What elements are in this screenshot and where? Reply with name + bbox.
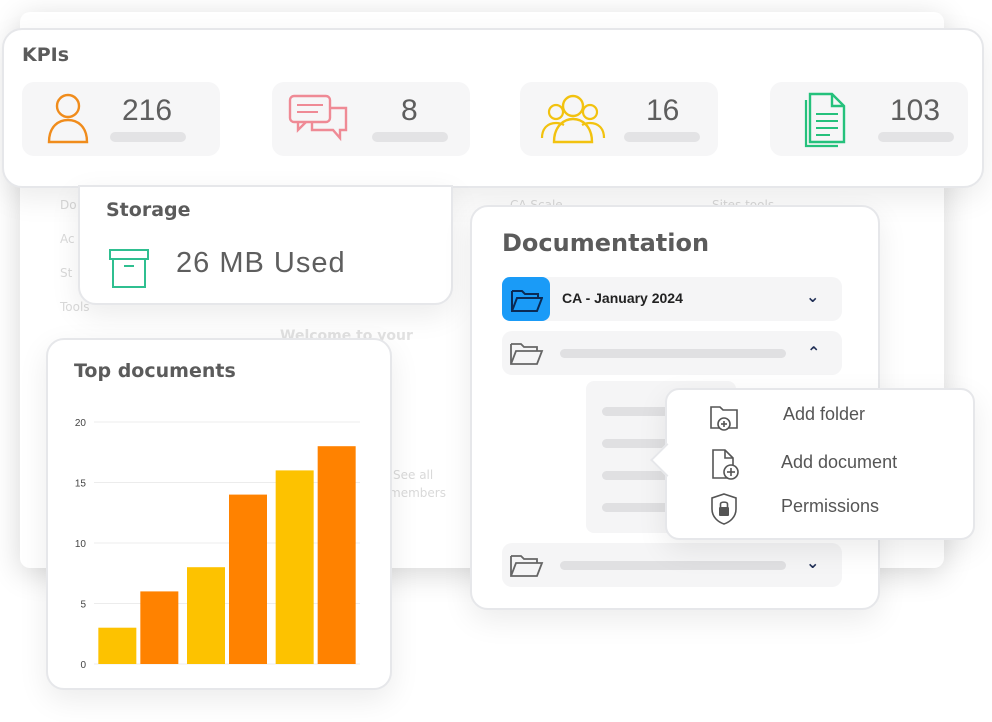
y-tick-label: 0 (80, 660, 86, 671)
folder-row-collapsed[interactable]: ⌄ (502, 543, 842, 587)
folder-open-icon (510, 555, 544, 577)
folder-row-label: CA - January 2024 (562, 290, 683, 306)
chart-bar[interactable] (275, 470, 314, 664)
folder-icon-badge (502, 277, 550, 321)
faint-see-all-label: See all (393, 468, 434, 482)
faint-members-label: members (389, 486, 446, 500)
chart-bar[interactable] (317, 446, 356, 664)
y-tick-label: 20 (75, 418, 87, 429)
folder-open-icon (510, 343, 544, 365)
kpi-bar-groups (624, 132, 700, 142)
menu-item-add-document[interactable]: Add document (667, 442, 973, 486)
kpi-tile-groups[interactable]: 16 (520, 82, 718, 156)
document-plus-icon (712, 449, 739, 480)
chat-bubbles-icon (288, 94, 348, 142)
kpi-bar-users (110, 132, 186, 142)
sidebar-item-stats: St (60, 266, 73, 280)
kpi-card: KPIs 216 8 16 103 (2, 28, 984, 188)
folder-row-placeholder (560, 349, 786, 358)
sidebar-item-tools: Tools (60, 300, 90, 314)
folder-row-expanded[interactable]: ⌃ (502, 331, 842, 375)
menu-item-permissions[interactable]: Permissions (667, 488, 973, 528)
chart-bar[interactable] (140, 591, 179, 664)
sidebar-item-documents: Do (60, 198, 77, 212)
folder-open-icon (511, 290, 543, 312)
context-menu: Add folder Add document Permissions (650, 388, 975, 540)
folder-plus-icon (710, 406, 738, 431)
kpi-bar-documents (878, 132, 954, 142)
kpi-value-groups: 16 (646, 94, 680, 127)
kpi-tile-messages[interactable]: 8 (272, 82, 470, 156)
menu-item-label: Add folder (783, 404, 866, 424)
menu-item-label: Permissions (781, 496, 880, 516)
kpi-title: KPIs (22, 44, 70, 66)
chart-bar[interactable] (98, 627, 137, 664)
kpi-bar-messages (372, 132, 448, 142)
archive-box-icon (109, 249, 149, 288)
kpi-value-users: 216 (122, 94, 173, 127)
shield-lock-icon (711, 493, 737, 525)
kpi-value-documents: 103 (890, 94, 941, 127)
chart-bar[interactable] (187, 567, 225, 664)
user-icon (47, 93, 89, 144)
folder-row-placeholder (560, 561, 786, 570)
group-icon (540, 94, 606, 144)
chevron-up-icon[interactable]: ⌃ (807, 343, 820, 362)
chart-bar[interactable] (229, 494, 267, 664)
top-documents-card: Top documents 0 5 10 15 20 (46, 338, 392, 690)
storage-title: Storage (106, 199, 191, 221)
y-tick-label: 10 (75, 539, 87, 550)
storage-card: Storage 26 MB Used (78, 185, 453, 305)
chevron-down-icon[interactable]: ⌄ (806, 287, 819, 306)
sidebar-item-activity: Ac (60, 232, 75, 246)
document-icon (804, 92, 846, 148)
y-tick-label: 15 (75, 479, 87, 490)
documentation-title: Documentation (502, 229, 710, 257)
chevron-down-icon[interactable]: ⌄ (806, 553, 819, 572)
menu-item-add-folder[interactable]: Add folder (667, 396, 973, 436)
kpi-value-messages: 8 (401, 94, 418, 127)
folder-row-ca-january[interactable]: CA - January 2024 ⌄ (502, 277, 842, 321)
y-tick-label: 5 (80, 600, 86, 611)
top-documents-chart: 0 5 10 15 20 (75, 418, 360, 671)
kpi-tile-documents[interactable]: 103 (770, 82, 968, 156)
storage-used-label: 26 MB Used (176, 247, 346, 279)
kpi-tile-users[interactable]: 216 (22, 82, 220, 156)
menu-item-label: Add document (781, 452, 898, 472)
